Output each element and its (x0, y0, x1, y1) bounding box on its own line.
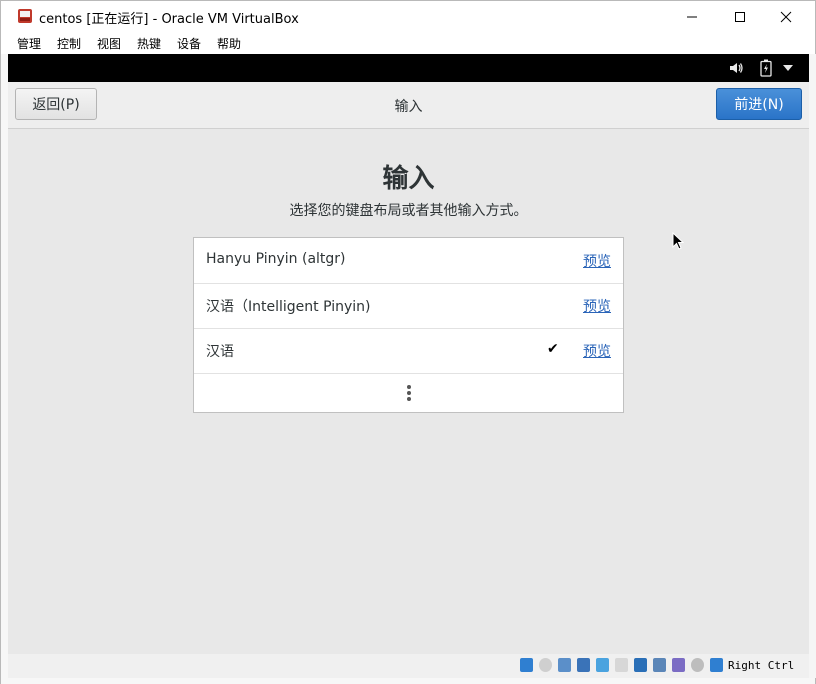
virtualization-icon[interactable] (672, 658, 685, 672)
close-button[interactable] (763, 1, 809, 32)
virtualbox-app-icon (18, 9, 32, 23)
mouse-integration-icon[interactable] (691, 658, 704, 672)
volume-icon[interactable] (728, 60, 744, 76)
close-icon (780, 11, 792, 22)
input-source-label: 汉语 (206, 344, 234, 360)
maximize-button[interactable] (717, 1, 763, 32)
more-options-button[interactable] (194, 373, 623, 413)
minimize-button[interactable] (669, 1, 715, 32)
minimize-icon (687, 16, 697, 17)
gnome-top-bar (8, 54, 809, 82)
left-gutter (1, 54, 8, 678)
next-button[interactable]: 前进(N) (716, 88, 802, 120)
status-bar: Right Ctrl (8, 654, 809, 678)
input-source-list: Hanyu Pinyin (altgr) 预览 汉语（Intelligent P… (193, 237, 624, 413)
header-title: 输入 (394, 99, 423, 115)
menu-help[interactable]: 帮助 (217, 35, 241, 52)
title-bar: centos [正在运行] - Oracle VM VirtualBox (1, 1, 815, 32)
host-key-label: Right Ctrl (728, 659, 795, 672)
checkmark-icon: ✔ (547, 341, 559, 357)
mouse-cursor-icon (672, 232, 685, 250)
display-icon[interactable] (634, 658, 647, 672)
list-item[interactable]: 汉语（Intelligent Pinyin) 预览 (194, 283, 623, 329)
list-item[interactable]: Hanyu Pinyin (altgr) 预览 (194, 238, 623, 284)
optical-drive-icon[interactable] (539, 658, 552, 672)
menu-bar (1, 32, 815, 54)
audio-icon[interactable] (558, 658, 571, 672)
chevron-down-icon[interactable] (783, 64, 793, 72)
window-title: centos [正在运行] - Oracle VM VirtualBox (39, 12, 299, 27)
keyboard-capture-icon[interactable] (710, 658, 723, 672)
more-vertical-icon (406, 385, 411, 401)
usb-icon[interactable] (596, 658, 609, 672)
installer-header: 返回(P) 输入 前进(N) (8, 82, 809, 129)
preview-link[interactable]: 预览 (583, 296, 611, 316)
battery-icon[interactable] (760, 59, 772, 77)
right-gutter (809, 54, 816, 678)
menu-view[interactable]: 视图 (97, 35, 121, 52)
preview-link[interactable]: 预览 (583, 341, 611, 361)
input-source-label: Hanyu Pinyin (altgr) (206, 251, 346, 267)
input-source-label: 汉语（Intelligent Pinyin) (206, 299, 371, 315)
menu-devices[interactable]: 设备 (177, 35, 201, 52)
menu-control[interactable]: 控制 (57, 35, 81, 52)
bottom-strip (1, 678, 815, 684)
network-icon[interactable] (577, 658, 590, 672)
list-item[interactable]: 汉语 ✔ 预览 (194, 328, 623, 374)
menu-hotkeys[interactable]: 热键 (137, 35, 161, 52)
video-capture-icon[interactable] (653, 658, 666, 672)
menu-manage[interactable]: 管理 (17, 35, 41, 52)
page-subtitle: 选择您的键盘布局或者其他输入方式。 (289, 203, 528, 219)
maximize-icon (735, 11, 745, 22)
vm-display[interactable]: 返回(P) 输入 前进(N) 输入 选择您的键盘布局或者其他输入方式。 Hany… (8, 54, 809, 678)
page-title: 输入 (382, 164, 435, 194)
preview-link[interactable]: 预览 (583, 251, 611, 271)
shared-folders-icon[interactable] (615, 658, 628, 672)
hard-disk-icon[interactable] (520, 658, 533, 672)
virtualbox-window: centos [正在运行] - Oracle VM VirtualBox 管理 … (0, 0, 816, 684)
